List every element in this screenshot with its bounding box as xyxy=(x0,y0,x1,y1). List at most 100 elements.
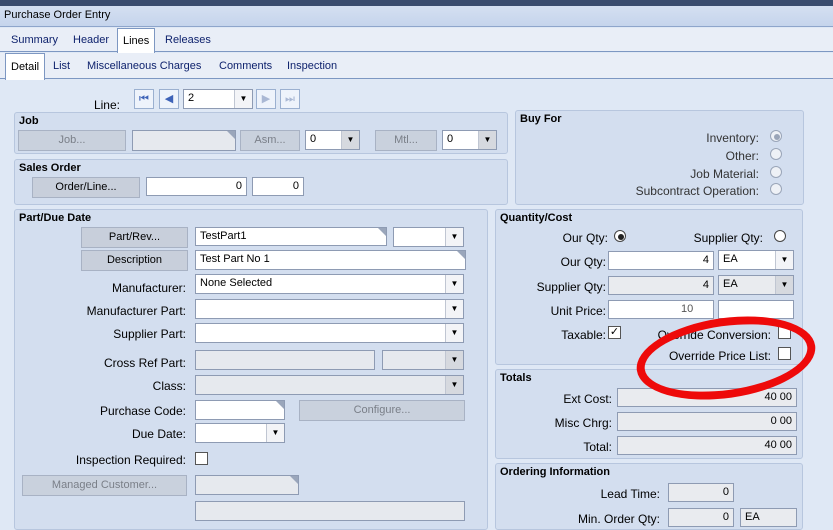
min-order-qty-label: Min. Order Qty: xyxy=(577,512,660,526)
misc-charge-value: 0 00 xyxy=(617,412,797,431)
cross-ref-part-label: Cross Ref Part: xyxy=(103,356,186,370)
next-record-button[interactable]: ▶ xyxy=(256,89,276,109)
min-order-qty-value: 0 xyxy=(668,508,734,527)
chevron-down-icon[interactable]: ▼ xyxy=(445,228,463,246)
tab-list[interactable]: List xyxy=(48,53,75,77)
class-label: Class: xyxy=(152,379,186,393)
job-input[interactable] xyxy=(132,130,236,151)
subcontract-radio[interactable] xyxy=(770,183,782,195)
job-title: Job xyxy=(19,115,39,127)
supplier-uom-select[interactable]: EA ▼ xyxy=(718,275,794,295)
calendar-dropdown-icon[interactable]: ▼ xyxy=(266,424,284,442)
tab-detail[interactable]: Detail xyxy=(5,53,46,80)
supplier-part-label: Supplier Part: xyxy=(113,327,186,341)
inspection-required-checkbox[interactable] xyxy=(195,452,208,465)
ext-cost-label: Ext Cost: xyxy=(563,392,612,406)
cross-ref-select[interactable]: ▼ xyxy=(382,350,464,370)
order-line-input[interactable]: 0 xyxy=(252,177,304,196)
mtl-value: 0 xyxy=(447,133,454,145)
previous-record-button[interactable]: ◀ xyxy=(159,89,179,109)
manufacturer-select[interactable]: None Selected ▼ xyxy=(195,274,464,294)
asm-value: 0 xyxy=(310,133,317,145)
chevron-down-icon[interactable]: ▼ xyxy=(445,275,463,293)
purchase-code-input[interactable] xyxy=(195,400,285,420)
window-title: Purchase Order Entry xyxy=(4,9,111,21)
manufacturer-part-select[interactable]: ▼ xyxy=(195,299,464,319)
part-input[interactable]: TestPart1 xyxy=(195,227,387,246)
chevron-down-icon[interactable]: ▼ xyxy=(234,90,252,108)
tab-header[interactable]: Header xyxy=(68,28,114,52)
totals-title: Totals xyxy=(500,372,532,384)
job-button[interactable]: Job... xyxy=(18,130,126,151)
part-due-date-title: Part/Due Date xyxy=(19,212,92,224)
unit-price-input[interactable]: 10 xyxy=(608,300,714,319)
managed-customer-name xyxy=(195,501,465,521)
taxable-checkbox[interactable]: ✓ xyxy=(608,326,621,339)
supplier-uom-value: EA xyxy=(723,278,738,290)
manufacturer-label: Manufacturer: xyxy=(111,281,186,295)
inspection-required-label: Inspection Required: xyxy=(75,453,186,467)
chevron-down-icon[interactable]: ▼ xyxy=(478,131,496,149)
supplier-qty-radio-label: Supplier Qty: xyxy=(693,231,763,245)
other-radio[interactable] xyxy=(770,148,782,160)
chevron-down-icon[interactable]: ▼ xyxy=(341,131,359,149)
asm-select[interactable]: 0 ▼ xyxy=(305,130,360,150)
due-date-input[interactable]: ▼ xyxy=(195,423,285,443)
chevron-down-icon[interactable]: ▼ xyxy=(445,376,463,394)
tab-inspection[interactable]: Inspection xyxy=(282,53,342,77)
tab-summary[interactable]: Summary xyxy=(6,28,63,52)
cross-ref-part-input[interactable] xyxy=(195,350,375,370)
chevron-down-icon[interactable]: ▼ xyxy=(445,351,463,369)
supplier-qty-radio[interactable] xyxy=(774,230,786,242)
part-value: TestPart1 xyxy=(200,230,247,242)
tab-lines[interactable]: Lines xyxy=(117,28,156,53)
order-number-input[interactable]: 0 xyxy=(146,177,247,196)
next-icon: ▶ xyxy=(261,93,271,105)
job-material-radio[interactable] xyxy=(770,166,782,178)
chevron-down-icon[interactable]: ▼ xyxy=(445,300,463,318)
description-button[interactable]: Description xyxy=(81,250,188,271)
order-line-button[interactable]: Order/Line... xyxy=(32,177,140,198)
part-rev-button[interactable]: Part/Rev... xyxy=(81,227,188,248)
managed-customer-button[interactable]: Managed Customer... xyxy=(22,475,187,496)
ordering-info-title: Ordering Information xyxy=(500,466,610,478)
last-icon: ⏭ xyxy=(285,93,295,105)
inventory-radio[interactable] xyxy=(770,130,782,142)
our-qty-input[interactable]: 4 xyxy=(608,251,714,270)
line-label: Line: xyxy=(93,98,120,112)
first-icon: ⏮ xyxy=(139,93,149,105)
supplier-qty-input[interactable]: 4 xyxy=(608,276,714,295)
chevron-down-icon[interactable]: ▼ xyxy=(775,251,793,269)
description-input[interactable]: Test Part No 1 xyxy=(195,250,466,270)
line-select[interactable]: 2 ▼ xyxy=(183,89,253,109)
sub-tabs: Detail List Miscellaneous Charges Commen… xyxy=(0,53,833,80)
managed-customer-input[interactable] xyxy=(195,475,299,495)
mtl-select[interactable]: 0 ▼ xyxy=(442,130,497,150)
chevron-down-icon[interactable]: ▼ xyxy=(445,324,463,342)
chevron-down-icon[interactable]: ▼ xyxy=(775,276,793,294)
first-record-button[interactable]: ⏮ xyxy=(134,89,154,109)
unit-price-value: 10 xyxy=(681,303,694,315)
asm-button[interactable]: Asm... xyxy=(240,130,300,151)
class-select[interactable]: ▼ xyxy=(195,375,464,395)
last-record-button[interactable]: ⏭ xyxy=(280,89,300,109)
mtl-button[interactable]: Mtl... xyxy=(375,130,437,151)
configure-button[interactable]: Configure... xyxy=(299,400,465,421)
tab-comments[interactable]: Comments xyxy=(214,53,277,77)
lead-time-value: 0 xyxy=(668,483,734,502)
previous-icon: ◀ xyxy=(164,93,174,105)
tab-misc-charges[interactable]: Miscellaneous Charges xyxy=(82,53,206,77)
supplier-part-select[interactable]: ▼ xyxy=(195,323,464,343)
job-material-label: Job Material: xyxy=(690,167,759,181)
total-value: 40 00 xyxy=(617,436,797,455)
sales-order-title: Sales Order xyxy=(19,162,81,174)
taxable-label: Taxable: xyxy=(561,328,606,342)
our-uom-select[interactable]: EA ▼ xyxy=(718,250,794,270)
subcontract-label: Subcontract Operation: xyxy=(635,184,759,198)
total-label: Total: xyxy=(583,440,612,454)
our-qty-radio[interactable] xyxy=(614,230,626,242)
description-value: Test Part No 1 xyxy=(200,253,270,265)
revision-select[interactable]: ▼ xyxy=(393,227,464,247)
purchase-code-label: Purchase Code: xyxy=(99,404,186,418)
tab-releases[interactable]: Releases xyxy=(160,28,216,52)
